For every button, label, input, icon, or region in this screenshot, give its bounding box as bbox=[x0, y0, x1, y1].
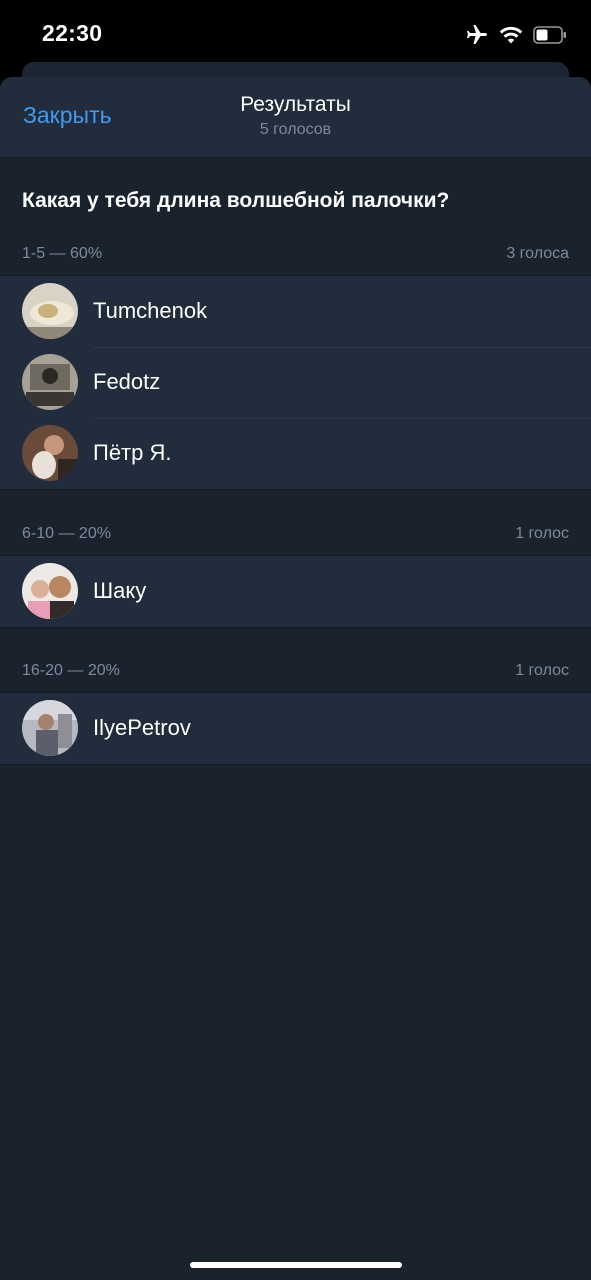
status-bar: 22:30 bbox=[0, 0, 591, 70]
wifi-icon bbox=[499, 25, 523, 45]
poll-option-section: 6-10 — 20% 1 голос Шаку bbox=[0, 517, 591, 628]
status-time: 22:30 bbox=[42, 20, 103, 46]
voter-row[interactable]: IlyePetrov bbox=[0, 693, 591, 764]
home-indicator[interactable] bbox=[190, 1262, 402, 1268]
voter-row[interactable]: Шаку bbox=[0, 556, 591, 627]
avatar bbox=[22, 283, 78, 339]
avatar bbox=[22, 700, 78, 756]
voter-row[interactable]: Tumchenok bbox=[0, 276, 591, 347]
voter-name: Пётр Я. bbox=[93, 440, 172, 465]
section-header: 16-20 — 20% 1 голос bbox=[0, 654, 591, 692]
option-label: 6-10 — 20% bbox=[22, 525, 111, 542]
poll-option-section: 1-5 — 60% 3 голоса Tumchenok Fedotz Пётр… bbox=[0, 237, 591, 490]
section-header: 1-5 — 60% 3 голоса bbox=[0, 237, 591, 275]
option-label: 1-5 — 60% bbox=[22, 245, 103, 262]
option-vote-count: 1 голос bbox=[515, 662, 569, 679]
status-icons bbox=[465, 22, 567, 48]
avatar bbox=[22, 563, 78, 619]
avatar bbox=[22, 354, 78, 410]
poll-option-section: 16-20 — 20% 1 голос IlyePetrov bbox=[0, 654, 591, 765]
option-vote-count: 3 голоса bbox=[506, 245, 569, 262]
voter-name: IlyePetrov bbox=[93, 715, 191, 740]
airplane-icon bbox=[465, 23, 489, 47]
poll-question: Какая у тебя длина волшебной палочки? bbox=[22, 189, 450, 212]
results-sheet: Закрыть Результаты 5 голосов Какая у теб… bbox=[0, 77, 591, 1280]
voter-row[interactable]: Пётр Я. bbox=[0, 418, 591, 489]
avatar bbox=[22, 425, 78, 481]
voter-name: Tumchenok bbox=[93, 298, 208, 323]
battery-icon bbox=[533, 26, 567, 44]
vote-total: 5 голосов bbox=[259, 121, 332, 138]
voter-list: IlyePetrov bbox=[0, 692, 591, 765]
voter-list: Шаку bbox=[0, 555, 591, 628]
voter-name: Fedotz bbox=[93, 369, 161, 394]
voter-list: Tumchenok Fedotz Пётр Я. bbox=[0, 275, 591, 490]
page-title: Результаты bbox=[240, 93, 351, 116]
navigation-bar: Закрыть Результаты 5 голосов bbox=[0, 77, 591, 158]
option-vote-count: 1 голос bbox=[515, 525, 569, 542]
section-header: 6-10 — 20% 1 голос bbox=[0, 517, 591, 555]
voter-name: Шаку bbox=[93, 578, 147, 603]
voter-row[interactable]: Fedotz bbox=[0, 347, 591, 418]
option-label: 16-20 — 20% bbox=[22, 662, 120, 679]
